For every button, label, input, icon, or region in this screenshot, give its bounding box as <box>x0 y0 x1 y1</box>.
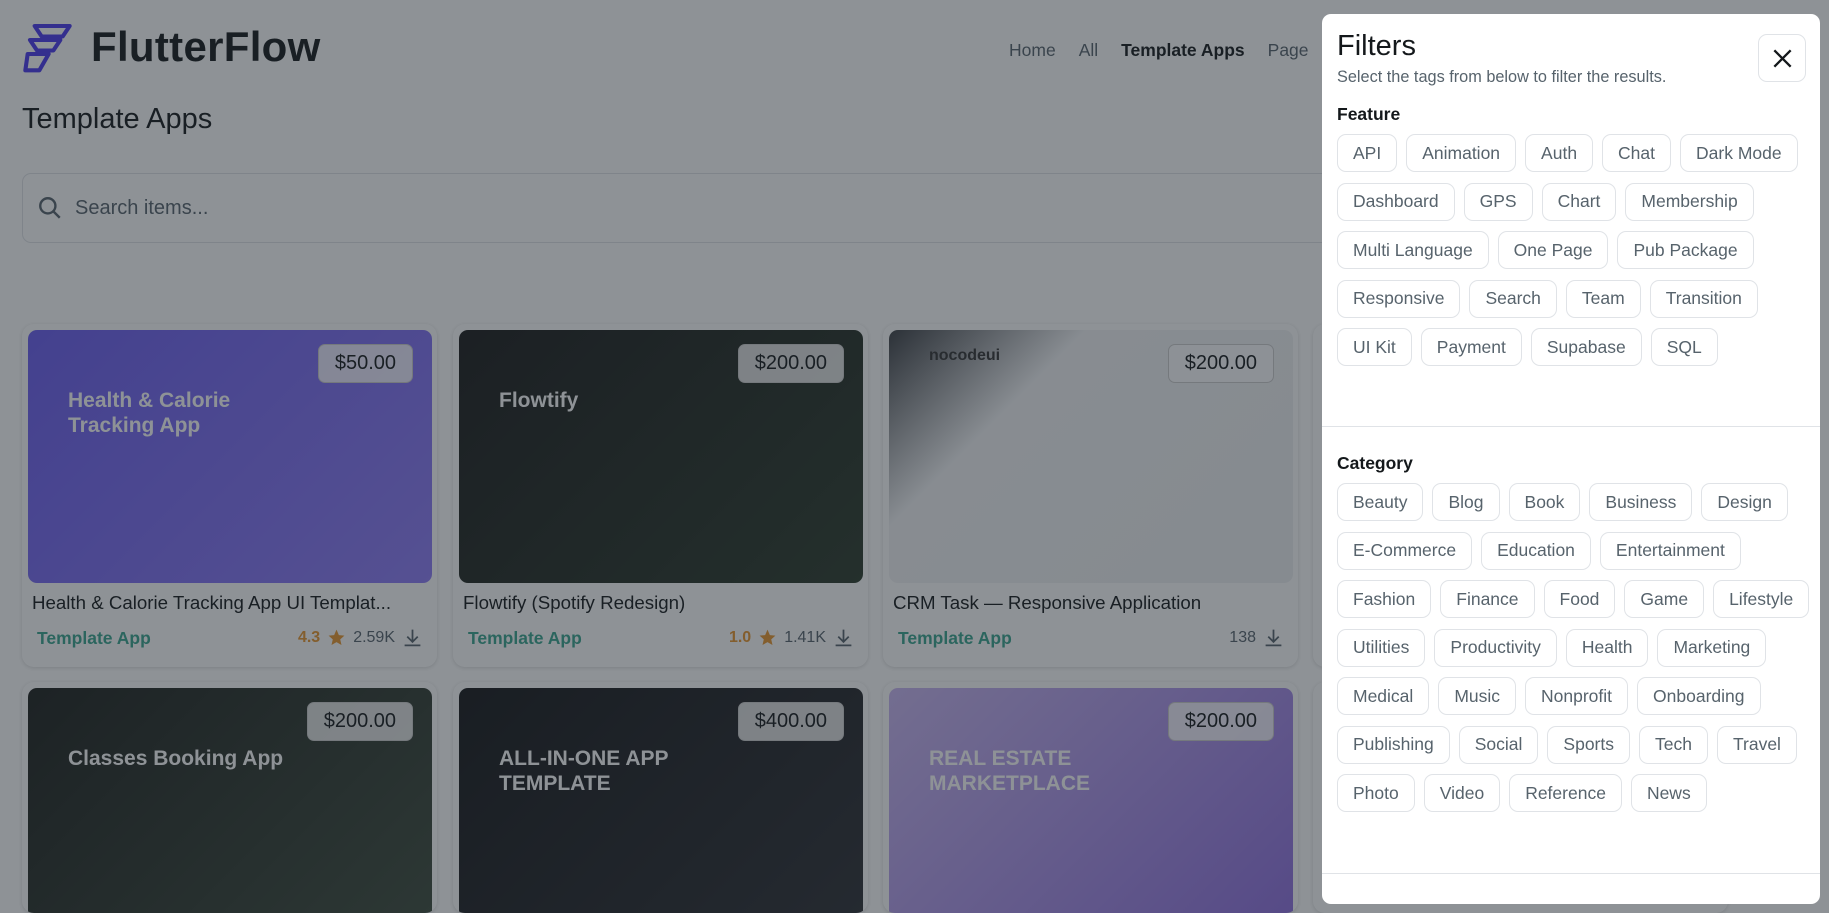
filter-tag-sports[interactable]: Sports <box>1547 725 1630 764</box>
filter-tag-marketing[interactable]: Marketing <box>1657 628 1767 667</box>
filter-tag-membership[interactable]: Membership <box>1625 182 1754 221</box>
filter-tag-productivity[interactable]: Productivity <box>1434 628 1557 667</box>
filter-tag-multi-language[interactable]: Multi Language <box>1337 231 1489 269</box>
filter-tag-e-commerce[interactable]: E-Commerce <box>1337 531 1473 570</box>
filter-tag-food[interactable]: Food <box>1543 580 1616 618</box>
filter-tag-travel[interactable]: Travel <box>1716 725 1797 764</box>
filter-tag-dark-mode[interactable]: Dark Mode <box>1680 134 1798 172</box>
filter-tag-publishing[interactable]: Publishing <box>1337 725 1450 764</box>
page: FlutterFlow Home All Template Apps Page … <box>0 0 1829 913</box>
filter-tag-transition[interactable]: Transition <box>1649 279 1758 318</box>
filter-tag-responsive[interactable]: Responsive <box>1337 279 1461 318</box>
filter-tag-nonprofit[interactable]: Nonprofit <box>1525 677 1629 715</box>
filter-tag-photo[interactable]: Photo <box>1337 774 1415 812</box>
filter-tag-ui-kit[interactable]: UI Kit <box>1337 328 1412 366</box>
filter-tag-video[interactable]: Video <box>1423 774 1501 812</box>
divider <box>1322 426 1820 427</box>
filter-tag-education[interactable]: Education <box>1481 531 1591 570</box>
filter-tag-team[interactable]: Team <box>1565 279 1641 318</box>
filter-tag-finance[interactable]: Finance <box>1440 580 1535 618</box>
filter-tag-auth[interactable]: Auth <box>1525 134 1594 172</box>
filter-tag-gps[interactable]: GPS <box>1463 182 1533 221</box>
filter-tag-sql[interactable]: SQL <box>1650 328 1718 366</box>
feature-tags: API Animation Auth Chat Dark Mode Dashboard GP… <box>1337 134 1817 366</box>
feature-label: Feature <box>1337 104 1401 124</box>
filter-tag-beauty[interactable]: Beauty <box>1337 483 1424 521</box>
filter-tag-payment[interactable]: Payment <box>1420 328 1522 366</box>
close-button[interactable] <box>1758 34 1806 82</box>
filter-tag-animation[interactable]: Animation <box>1406 134 1517 172</box>
filter-tag-fashion[interactable]: Fashion <box>1337 580 1432 618</box>
filter-tag-blog[interactable]: Blog <box>1432 483 1500 521</box>
filter-tag-social[interactable]: Social <box>1458 725 1539 764</box>
filter-tag-dashboard[interactable]: Dashboard <box>1337 182 1455 221</box>
filter-tag-health[interactable]: Health <box>1565 628 1649 667</box>
filter-tag-chart[interactable]: Chart <box>1541 182 1617 221</box>
filter-tag-medical[interactable]: Medical <box>1337 677 1430 715</box>
filter-tag-lifestyle[interactable]: Lifestyle <box>1713 580 1810 618</box>
filter-tag-news[interactable]: News <box>1630 774 1707 812</box>
filters-panel: Filters Select the tags from below to fi… <box>1322 14 1820 904</box>
filter-tag-reference[interactable]: Reference <box>1509 774 1622 812</box>
filter-tag-entertainment[interactable]: Entertainment <box>1599 531 1741 570</box>
filter-tag-business[interactable]: Business <box>1589 483 1693 521</box>
filter-tag-book[interactable]: Book <box>1508 483 1581 521</box>
divider <box>1322 873 1820 874</box>
filter-tag-supabase[interactable]: Supabase <box>1530 328 1642 366</box>
filter-tag-utilities[interactable]: Utilities <box>1337 628 1426 667</box>
category-label: Category <box>1337 453 1413 473</box>
filters-subtitle: Select the tags from below to filter the… <box>1337 68 1667 86</box>
filter-tag-music[interactable]: Music <box>1438 677 1517 715</box>
filter-tag-game[interactable]: Game <box>1624 580 1705 618</box>
category-tags: Beauty Blog Book Business Design E-Commerce Ed… <box>1337 483 1817 812</box>
filter-tag-chat[interactable]: Chat <box>1602 134 1672 172</box>
filters-title: Filters <box>1337 30 1416 62</box>
close-icon <box>1773 49 1791 67</box>
filter-tag-design[interactable]: Design <box>1701 483 1788 521</box>
filter-tag-one-page[interactable]: One Page <box>1497 231 1609 269</box>
filter-tag-tech[interactable]: Tech <box>1639 725 1708 764</box>
filter-tag-pub-package[interactable]: Pub Package <box>1617 231 1754 269</box>
filter-tag-onboarding[interactable]: Onboarding <box>1637 677 1761 715</box>
filter-tag-api[interactable]: API <box>1337 134 1398 172</box>
filter-tag-search[interactable]: Search <box>1469 279 1557 318</box>
